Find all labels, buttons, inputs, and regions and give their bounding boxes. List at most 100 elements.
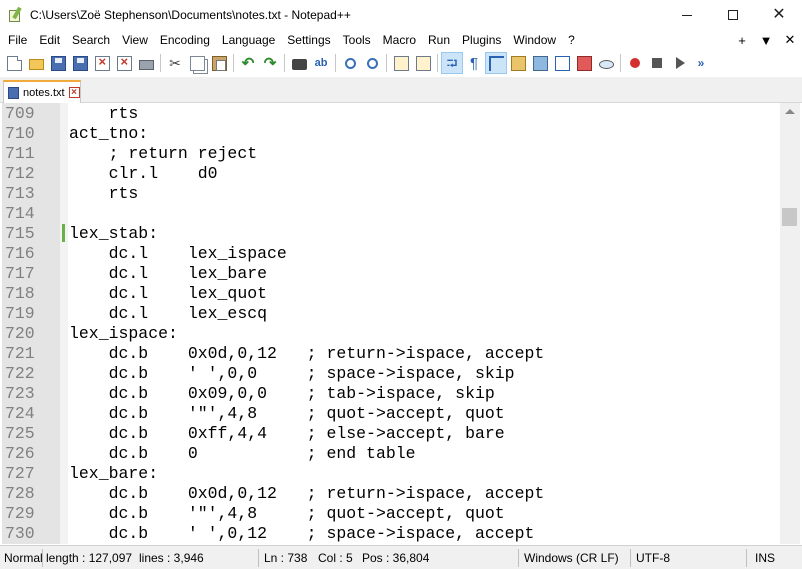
line-text[interactable]: dc.b 0xff,4,4 ; else->accept, bare (69, 424, 505, 444)
line-text[interactable]: dc.b '"',4,8 ; quot->accept, quot (69, 504, 505, 524)
save-all-button[interactable] (69, 52, 91, 74)
menu-settings[interactable]: Settings (283, 33, 334, 47)
line-text[interactable]: dc.b 0x0d,0,12 ; return->ispace, accept (69, 484, 545, 504)
copy-button[interactable] (186, 52, 208, 74)
folder-as-workspace-button[interactable] (573, 52, 595, 74)
new-file-button[interactable] (3, 52, 25, 74)
code-line[interactable]: 711 ; return reject (0, 144, 780, 164)
document-map-button[interactable] (529, 52, 551, 74)
text-editor[interactable]: 709 rts 710 act_tno: 711 ; return reject 712… (0, 103, 802, 544)
indent-guide-button[interactable] (485, 52, 507, 74)
code-line[interactable]: 730 dc.b ' ',0,12 ; space->ispace, accep… (0, 524, 780, 544)
code-line[interactable]: 712 clr.l d0 (0, 164, 780, 184)
close-window-button[interactable]: ✕ (756, 0, 802, 30)
code-line[interactable]: 727 lex_bare: (0, 464, 780, 484)
close-document-x-icon[interactable]: ✕ (778, 32, 802, 48)
tab-list-dropdown-icon[interactable]: ▼ (754, 33, 778, 48)
menu-help[interactable]: ? (564, 33, 579, 47)
menu-macro[interactable]: Macro (379, 33, 420, 47)
redo-button[interactable]: ↷ (259, 52, 281, 74)
code-line[interactable]: 719 dc.l lex_escq (0, 304, 780, 324)
line-text[interactable]: lex_stab: (69, 224, 158, 244)
line-text[interactable]: ; return reject (69, 144, 258, 164)
cut-button[interactable]: ✂ (164, 52, 186, 74)
menu-encoding[interactable]: Encoding (156, 33, 214, 47)
tab-notes-txt[interactable]: notes.txt × (3, 80, 81, 103)
menu-plugins[interactable]: Plugins (458, 33, 505, 47)
code-line[interactable]: 723 dc.b 0x09,0,0 ; tab->ispace, skip (0, 384, 780, 404)
menu-window[interactable]: Window (509, 33, 560, 47)
record-macro-button[interactable] (624, 52, 646, 74)
open-file-button[interactable] (25, 52, 47, 74)
code-line[interactable]: 716 dc.l lex_ispace (0, 244, 780, 264)
status-insert-mode[interactable]: INS (755, 551, 775, 565)
line-text[interactable]: dc.l lex_bare (69, 264, 267, 284)
code-line[interactable]: 717 dc.l lex_bare (0, 264, 780, 284)
replace-button[interactable]: ab (310, 52, 332, 74)
line-text[interactable]: dc.b 0 ; end table (69, 444, 416, 464)
minimize-button[interactable] (664, 0, 710, 30)
line-text[interactable]: dc.b ' ',0,0 ; space->ispace, skip (69, 364, 515, 384)
print-button[interactable] (135, 52, 157, 74)
line-text[interactable]: lex_ispace: (69, 324, 178, 344)
scroll-up-arrow-icon[interactable] (785, 109, 795, 114)
menu-file[interactable]: File (4, 33, 31, 47)
code-line[interactable]: 710 act_tno: (0, 124, 780, 144)
playback-macro-button[interactable] (668, 52, 690, 74)
code-line[interactable]: 721 dc.b 0x0d,0,12 ; return->ispace, acc… (0, 344, 780, 364)
sync-horizontal-button[interactable] (412, 52, 434, 74)
code-line[interactable]: 729 dc.b '"',4,8 ; quot->accept, quot (0, 504, 780, 524)
menu-language[interactable]: Language (218, 33, 279, 47)
code-line[interactable]: 728 dc.b 0x0d,0,12 ; return->ispace, acc… (0, 484, 780, 504)
line-text[interactable]: dc.l lex_ispace (69, 244, 287, 264)
line-text[interactable]: dc.l lex_escq (69, 304, 267, 324)
user-language-button[interactable] (507, 52, 529, 74)
vertical-scrollbar[interactable] (780, 103, 800, 544)
line-text[interactable]: dc.b 0x0d,0,12 ; return->ispace, accept (69, 344, 545, 364)
line-text[interactable]: dc.b 0x09,0,0 ; tab->ispace, skip (69, 384, 495, 404)
code-line[interactable]: 722 dc.b ' ',0,0 ; space->ispace, skip (0, 364, 780, 384)
scrollbar-thumb[interactable] (782, 208, 797, 226)
zoom-in-button[interactable] (339, 52, 361, 74)
line-text[interactable]: rts (69, 184, 139, 204)
find-button[interactable] (288, 52, 310, 74)
menu-run[interactable]: Run (424, 33, 454, 47)
code-line[interactable]: 713 rts (0, 184, 780, 204)
undo-button[interactable]: ↶ (237, 52, 259, 74)
paste-button[interactable] (208, 52, 230, 74)
menu-search[interactable]: Search (68, 33, 114, 47)
code-line[interactable]: 709 rts (0, 104, 780, 124)
code-line[interactable]: 718 dc.l lex_quot (0, 284, 780, 304)
line-text[interactable]: dc.b ' ',0,12 ; space->ispace, accept (69, 524, 535, 544)
save-button[interactable] (47, 52, 69, 74)
code-line[interactable]: 720 lex_ispace: (0, 324, 780, 344)
show-all-characters-button[interactable]: ¶ (463, 52, 485, 74)
status-eol[interactable]: Windows (CR LF) (524, 551, 619, 565)
word-wrap-button[interactable]: ⮒ (441, 52, 463, 74)
code-line[interactable]: 726 dc.b 0 ; end table (0, 444, 780, 464)
menu-view[interactable]: View (118, 33, 152, 47)
line-text[interactable]: dc.l lex_quot (69, 284, 267, 304)
code-line[interactable]: 724 dc.b '"',4,8 ; quot->accept, quot (0, 404, 780, 424)
monitoring-button[interactable] (595, 52, 617, 74)
code-line[interactable]: 714 (0, 204, 780, 224)
code-line[interactable]: 715 lex_stab: (0, 224, 780, 244)
close-all-button[interactable] (113, 52, 135, 74)
line-text[interactable]: lex_bare: (69, 464, 158, 484)
menu-edit[interactable]: Edit (35, 33, 64, 47)
run-macro-multiple-button[interactable]: » (690, 52, 712, 74)
function-list-button[interactable] (551, 52, 573, 74)
close-button[interactable] (91, 52, 113, 74)
line-text[interactable]: clr.l d0 (69, 164, 218, 184)
code-line[interactable]: 725 dc.b 0xff,4,4 ; else->accept, bare (0, 424, 780, 444)
maximize-button[interactable] (710, 0, 756, 30)
stop-recording-button[interactable] (646, 52, 668, 74)
status-encoding[interactable]: UTF-8 (636, 551, 670, 565)
line-text[interactable]: rts (69, 104, 139, 124)
tab-close-icon[interactable]: × (68, 87, 80, 98)
sync-vertical-button[interactable] (390, 52, 412, 74)
new-tab-plus-icon[interactable]: + (730, 33, 754, 48)
menu-tools[interactable]: Tools (339, 33, 375, 47)
line-text[interactable]: act_tno: (69, 124, 148, 144)
zoom-out-button[interactable] (361, 52, 383, 74)
